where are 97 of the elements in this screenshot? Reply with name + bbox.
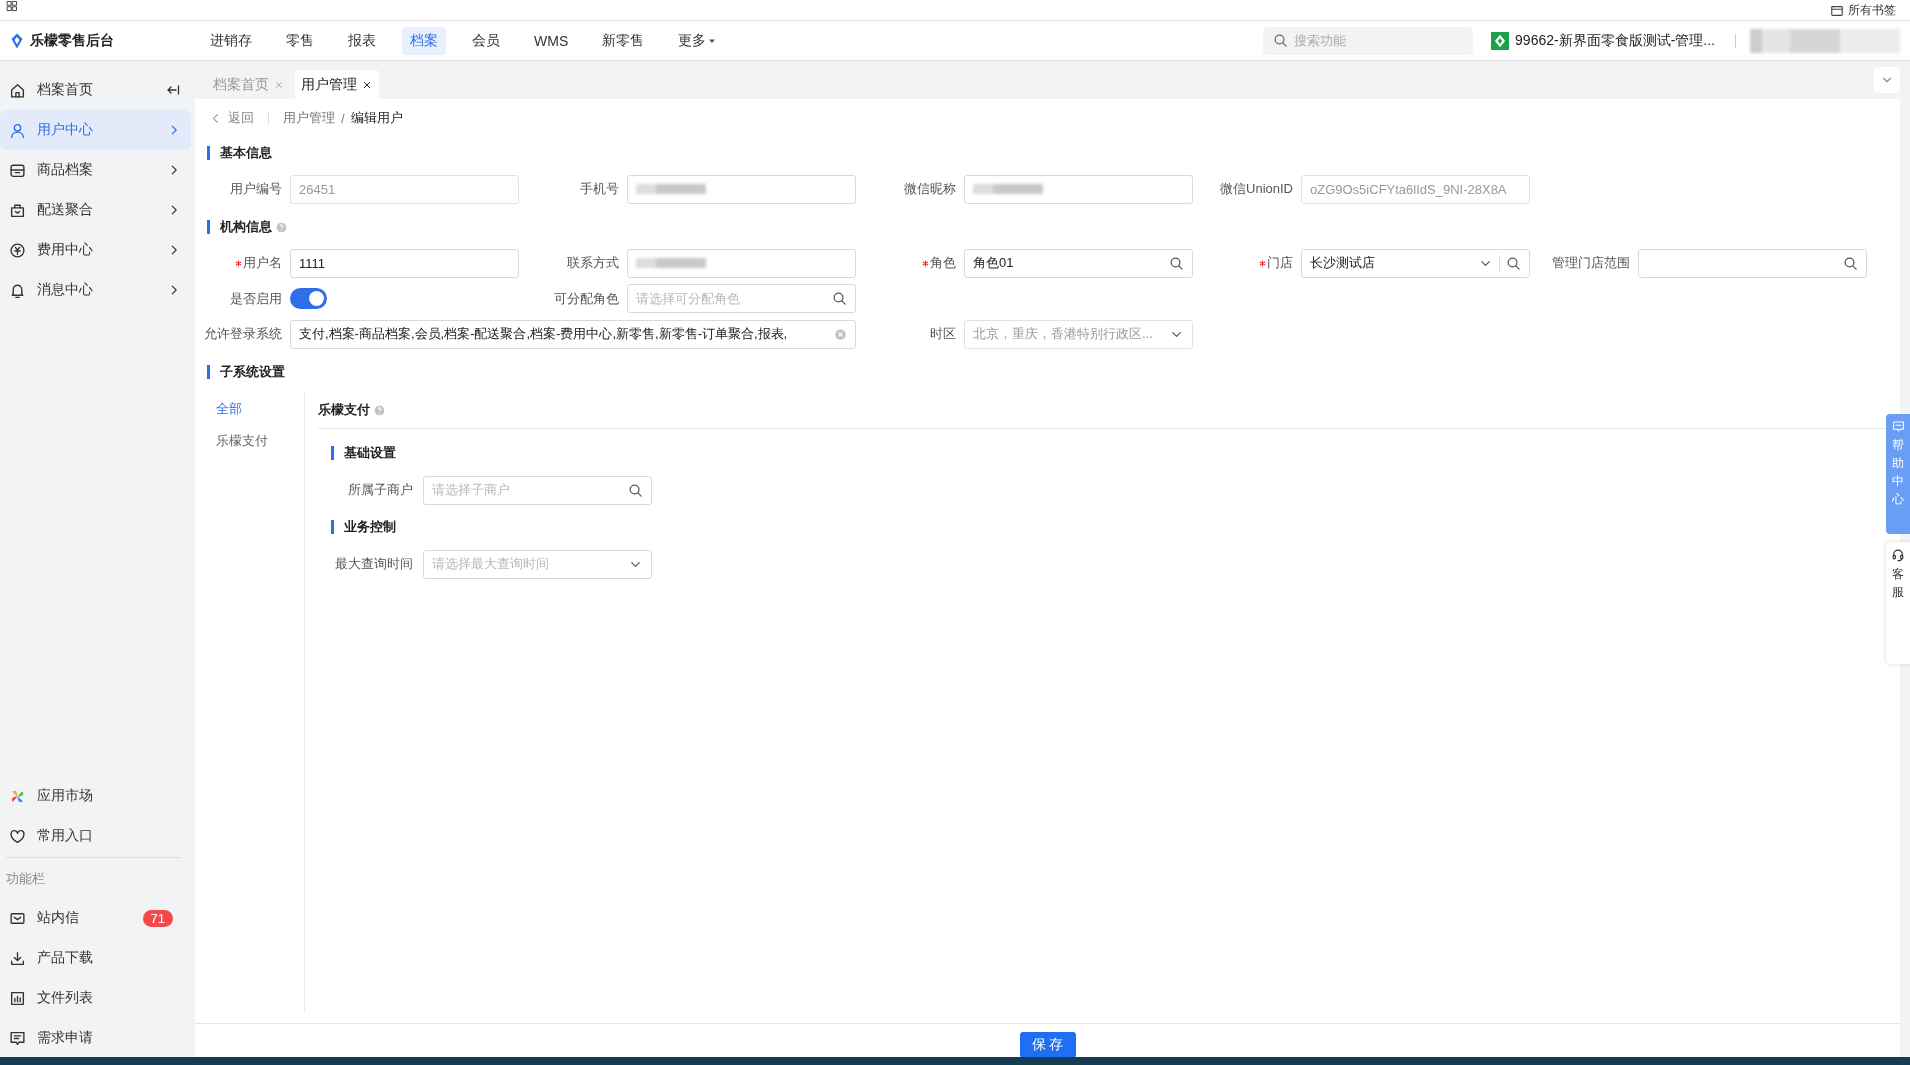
field-label: 联系方式 <box>566 254 620 272</box>
bell-icon <box>9 281 26 299</box>
section-marker <box>207 220 210 234</box>
input-field[interactable] <box>964 174 1193 204</box>
blurred-value <box>636 258 706 268</box>
section-marker <box>331 446 334 460</box>
nav-item[interactable]: 零售 <box>278 26 322 55</box>
download-icon <box>9 949 26 967</box>
input-field[interactable] <box>627 174 856 204</box>
breadcrumb-separator: / <box>341 110 345 126</box>
count-badge: 71 <box>142 909 173 927</box>
sidebar-item[interactable]: 文件列表 <box>0 978 191 1018</box>
customer-service-tab[interactable]: 客服 <box>1886 542 1910 664</box>
required-icon <box>922 259 929 267</box>
sidebar-item[interactable]: 费用中心 <box>0 230 191 270</box>
field-label: 微信昵称 <box>903 180 957 198</box>
subsystem-tab[interactable]: 全部 <box>216 400 242 418</box>
field-label: 微信UnionID <box>1219 180 1294 198</box>
search-icon[interactable] <box>832 291 847 306</box>
section-marker <box>207 146 210 160</box>
blurred-value <box>636 184 706 194</box>
save-button[interactable]: 保 存 <box>1019 1032 1076 1058</box>
store-name[interactable]: 99662-新界面零食版测试-管理... <box>1515 31 1715 50</box>
search-icon <box>1273 33 1289 48</box>
field-label: 允许登录系统 <box>203 325 283 343</box>
message-icon <box>9 1029 26 1047</box>
sidebar-item[interactable]: 产品下载 <box>0 938 191 978</box>
field-label: 管理门店范围 <box>1551 254 1631 272</box>
search-icon[interactable] <box>1843 255 1858 271</box>
panel-title: 乐檬支付 <box>318 401 370 419</box>
coin-icon <box>9 241 26 259</box>
section-title: 基础设置 <box>344 444 396 462</box>
store-logo-icon <box>1491 31 1510 50</box>
tab[interactable]: 用户管理 <box>295 70 379 99</box>
nav-item[interactable]: 新零售 <box>594 26 653 55</box>
nav-item[interactable]: 会员 <box>464 26 508 55</box>
sidebar-item[interactable]: 站内信 71 <box>0 898 191 938</box>
sidebar-item[interactable]: 商品档案 <box>0 150 191 190</box>
input-field[interactable]: 支付,档案-商品档案,会员,档案-配送聚合,档案-费用中心,新零售,新零售-订单聚合,报表, <box>290 319 856 349</box>
required-icon <box>235 259 242 267</box>
subsystem-tab[interactable]: 乐檬支付 <box>216 432 268 450</box>
field-label: 角色 <box>869 254 964 272</box>
sidebar-item[interactable]: 应用市场 <box>0 776 191 816</box>
user-icon <box>9 121 26 139</box>
section-title: 子系统设置 <box>220 363 285 381</box>
search-select[interactable]: 长沙测试店 <box>1301 248 1530 278</box>
chat-icon <box>1891 420 1905 433</box>
section-title: 业务控制 <box>344 518 396 536</box>
search-icon[interactable] <box>628 482 643 498</box>
nav-item[interactable]: 进销存 <box>202 26 260 55</box>
field-label: 是否启用 <box>229 289 283 308</box>
field-label: 所属子商户 <box>347 481 414 499</box>
breadcrumb-link[interactable]: 用户管理 <box>283 109 335 127</box>
logo-icon <box>9 32 25 49</box>
apps-icon[interactable] <box>6 0 18 12</box>
search-icon[interactable] <box>1506 255 1521 271</box>
blurred-value <box>973 184 1043 194</box>
field-label: 用户名 <box>195 254 290 272</box>
box-icon <box>9 161 26 179</box>
sidebar-heading: 功能栏 <box>5 870 46 888</box>
field-label: 门店 <box>1206 254 1301 272</box>
field-label: 可分配角色 <box>553 289 620 308</box>
toggle-switch[interactable] <box>290 288 327 309</box>
field-label: 时区 <box>929 325 957 343</box>
section-marker <box>331 520 334 534</box>
bookmarks-link[interactable]: 所有书签 <box>1848 2 1896 19</box>
nav-item[interactable]: 报表 <box>340 26 384 55</box>
section-title: 基本信息 <box>220 144 272 162</box>
back-link[interactable]: 返回 <box>209 109 254 127</box>
chart-icon <box>9 989 26 1007</box>
section-title: 机构信息 <box>220 218 272 236</box>
headset-icon <box>1891 548 1905 562</box>
home-icon <box>9 81 26 99</box>
section-marker <box>207 365 210 379</box>
search-select[interactable]: 角色01 <box>964 248 1193 278</box>
sidebar-item[interactable]: 用户中心 <box>0 110 191 150</box>
heart-icon <box>9 827 26 845</box>
search-icon[interactable] <box>1169 255 1184 271</box>
breadcrumb-current: 编辑用户 <box>350 109 403 127</box>
bag-icon <box>9 201 26 219</box>
sidebar-item[interactable]: 常用入口 <box>0 816 191 856</box>
nav-item[interactable]: 档案 <box>402 26 446 55</box>
sidebar-item[interactable]: 消息中心 <box>0 270 191 310</box>
collapse-icon[interactable] <box>165 82 181 98</box>
field-label: 手机号 <box>579 180 620 198</box>
sidebar-item[interactable]: 档案首页 <box>0 70 191 110</box>
required-icon <box>1259 259 1266 267</box>
field-label: 用户编号 <box>229 180 283 198</box>
app-title: 乐檬零售后台 <box>30 31 114 50</box>
sidebar-item[interactable]: 需求申请 <box>0 1018 191 1058</box>
field-label: 最大查询时间 <box>334 555 414 573</box>
bookmark-icon <box>1830 3 1844 18</box>
nav-item[interactable]: WMS <box>526 26 577 55</box>
nav-item[interactable]: 更多 <box>670 26 725 55</box>
input-field[interactable] <box>627 248 856 278</box>
sidebar-item[interactable]: 配送聚合 <box>0 190 191 230</box>
input-field[interactable]: 1111 <box>290 248 519 278</box>
